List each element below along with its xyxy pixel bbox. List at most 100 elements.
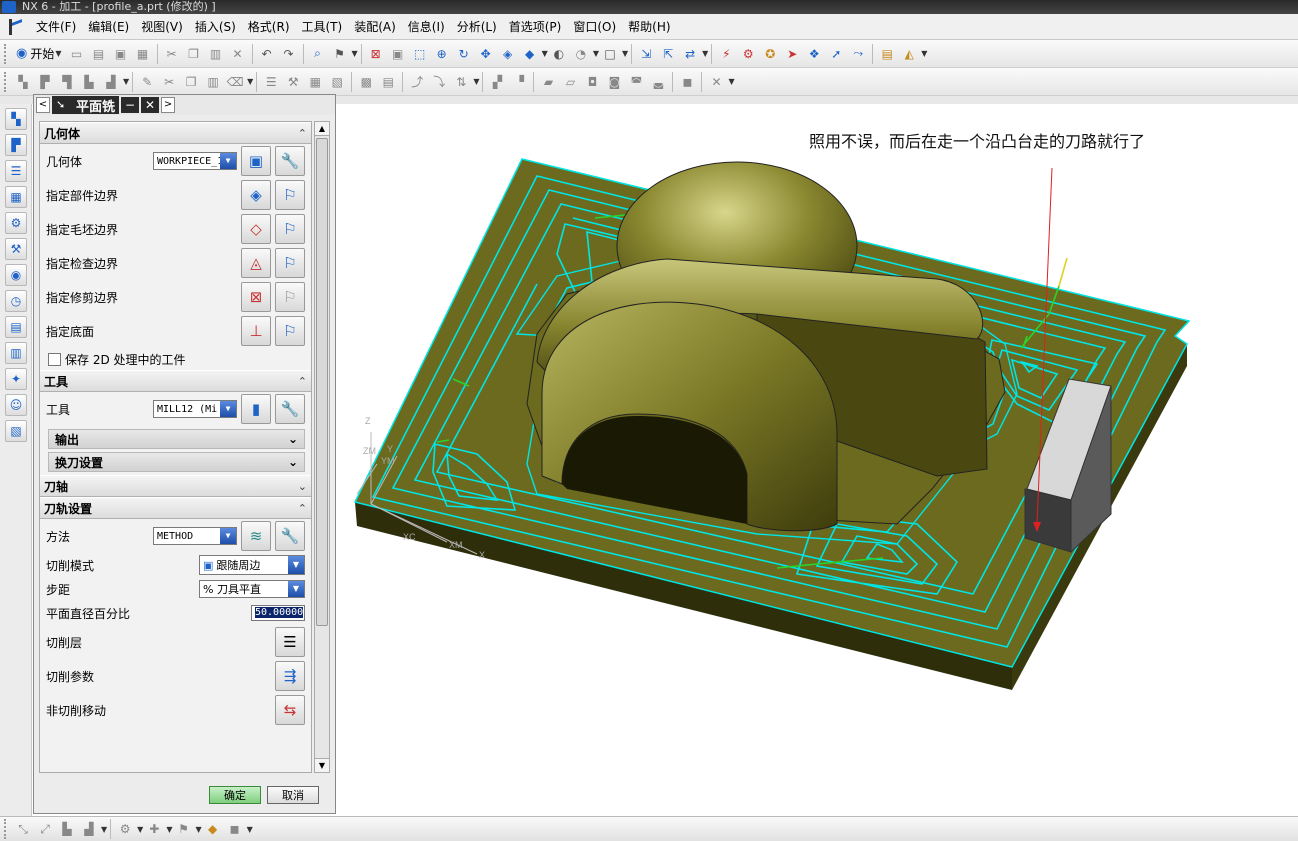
list-icon[interactable]: ▤	[378, 72, 398, 92]
menu-view[interactable]: 视图(V)	[135, 17, 189, 37]
web-browser-icon[interactable]: ◉	[5, 264, 27, 286]
menu-preferences[interactable]: 首选项(P)	[503, 17, 568, 37]
program-view-icon[interactable]: ☰	[261, 72, 281, 92]
chevron-down-icon[interactable]: ▼	[542, 49, 548, 58]
shop-doc-icon[interactable]: ➚	[826, 44, 846, 64]
chevron-down-icon[interactable]: ▼	[123, 77, 129, 86]
cut-params-button[interactable]: ⇶	[275, 661, 305, 691]
menu-analysis[interactable]: 分析(L)	[451, 17, 503, 37]
select-blank-boundary-button[interactable]: ◇	[241, 214, 271, 244]
chevron-down-icon[interactable]: ▼	[195, 825, 201, 834]
measure-icon[interactable]: ▤	[877, 44, 897, 64]
cancel-button[interactable]: 取消	[267, 786, 319, 804]
display-check-boundary-button[interactable]: ⚐	[275, 248, 305, 278]
non-cut-moves-button[interactable]: ⇆	[275, 695, 305, 725]
menu-file[interactable]: 文件(F)	[30, 17, 82, 37]
chevron-down-icon[interactable]: ▼	[728, 77, 734, 86]
cam-tool-2-icon[interactable]: ▱	[560, 72, 580, 92]
menu-format[interactable]: 格式(R)	[242, 17, 296, 37]
method-select[interactable]: METHOD ▼	[153, 527, 237, 545]
copy-object-icon[interactable]: ❐	[181, 72, 201, 92]
chevron-down-icon[interactable]: ▼	[622, 49, 628, 58]
create-operation-icon[interactable]: ▟	[101, 72, 121, 92]
method-view-icon[interactable]: ▧	[327, 72, 347, 92]
render-style-icon[interactable]: ◆	[520, 44, 540, 64]
dialog-scrollbar[interactable]: ▲ ▼	[314, 121, 330, 773]
display-trim-boundary-button[interactable]: ⚐	[275, 282, 305, 312]
paste-icon[interactable]: ▥	[206, 44, 226, 64]
user-icon[interactable]: ☺	[5, 394, 27, 416]
display-part-boundary-button[interactable]: ⚐	[275, 180, 305, 210]
percent-input[interactable]: 50.00000	[251, 605, 305, 621]
edit-tool-button[interactable]: 🔧	[275, 394, 305, 424]
zoom-in-out-icon[interactable]: ⊕	[432, 44, 452, 64]
replay-path-icon[interactable]: ⚙	[738, 44, 758, 64]
path-filter-icon[interactable]: ⇅	[451, 72, 471, 92]
edit-object-icon[interactable]: ✎	[137, 72, 157, 92]
chevron-down-icon[interactable]: ▼	[247, 77, 253, 86]
toolbar-grip[interactable]	[4, 819, 8, 839]
chevron-down-icon[interactable]: ▼	[921, 49, 927, 58]
create-program-icon[interactable]: ▚	[13, 72, 33, 92]
zoom-icon[interactable]: ⬚	[410, 44, 430, 64]
new-tool-button[interactable]: ▮	[241, 394, 271, 424]
tool-section-header[interactable]: 工具 ⌃	[40, 370, 311, 392]
chevron-down-icon[interactable]: ▼	[166, 825, 172, 834]
tool-library-icon[interactable]: ⚒	[5, 238, 27, 260]
geometry-section-header[interactable]: 几何体 ⌃	[40, 122, 311, 144]
select-part-boundary-button[interactable]: ◈	[241, 180, 271, 210]
print-icon[interactable]: ▦	[133, 44, 153, 64]
selection-filter-icon[interactable]: ⚑	[330, 44, 350, 64]
select-trim-boundary-button[interactable]: ⊠	[241, 282, 271, 312]
command-finder-icon[interactable]: ⌕	[308, 44, 328, 64]
delete-icon[interactable]: ✕	[228, 44, 248, 64]
menu-edit[interactable]: 编辑(E)	[82, 17, 135, 37]
tool-axis-section-header[interactable]: 刀轴 ⌄	[40, 475, 311, 497]
toolbar-grip[interactable]	[4, 43, 8, 64]
system-materials-icon[interactable]: ▤	[5, 316, 27, 338]
chevron-down-icon[interactable]: ▼	[473, 77, 479, 86]
cam-tool-5-icon[interactable]: ◚	[626, 72, 646, 92]
scroll-up-icon[interactable]: ▲	[315, 122, 329, 136]
history-icon[interactable]: ◷	[5, 290, 27, 312]
cut-pattern-select[interactable]: ▣ 跟随周边 ▼	[199, 555, 305, 575]
output-clsf-icon[interactable]: ⤳	[848, 44, 868, 64]
new-geometry-button[interactable]: ▣	[241, 146, 271, 176]
background-icon[interactable]: ◔	[571, 44, 591, 64]
edit-geometry-button[interactable]: 🔧	[275, 146, 305, 176]
edit-method-button[interactable]: 🔧	[275, 521, 305, 551]
orient-view-icon[interactable]: ◈	[498, 44, 518, 64]
create-tool-icon[interactable]: ▛	[35, 72, 55, 92]
geometry-view-icon[interactable]: ▦	[305, 72, 325, 92]
toolbar-grip[interactable]	[4, 71, 8, 92]
snap-4-icon[interactable]: ▟	[79, 819, 99, 839]
chevron-down-icon[interactable]: ▼	[702, 49, 708, 58]
zoom-box-icon[interactable]: ▣	[388, 44, 408, 64]
color-box-icon[interactable]: □	[600, 44, 620, 64]
create-method-icon[interactable]: ▙	[79, 72, 99, 92]
redo-icon[interactable]: ↷	[279, 44, 299, 64]
filter-icon[interactable]: ⚑	[173, 819, 193, 839]
create-geometry-icon[interactable]: ▜	[57, 72, 77, 92]
display-blank-boundary-button[interactable]: ⚐	[275, 214, 305, 244]
postprocess-icon[interactable]: ❖	[804, 44, 824, 64]
graphics-window[interactable]: Z ZM YM Y XC XM X 照用不误，而后在走一个沿凸台走的刀路就行了	[337, 104, 1298, 816]
cut-levels-button[interactable]: ☰	[275, 627, 305, 657]
dialog-minimize-button[interactable]: −	[121, 97, 140, 113]
roles-icon[interactable]: ✦	[5, 368, 27, 390]
path-settings-section-header[interactable]: 刀轨设置 ⌃	[40, 497, 311, 519]
layout-icon[interactable]: ▩	[356, 72, 376, 92]
reuse-library-icon[interactable]: ▦	[5, 186, 27, 208]
save-icon[interactable]: ▣	[111, 44, 131, 64]
scroll-down-icon[interactable]: ▼	[315, 758, 329, 772]
feature-icon[interactable]: ▝	[509, 72, 529, 92]
cam-tool-3-icon[interactable]: ◘	[582, 72, 602, 92]
dialog-title-bar[interactable]: ➘ 平面铣	[52, 96, 120, 115]
wcs-orient-icon[interactable]: ⇱	[658, 44, 678, 64]
cut-icon[interactable]: ✂	[162, 44, 182, 64]
path-display-icon[interactable]: ⤴	[407, 72, 427, 92]
open-icon[interactable]: ▤	[89, 44, 109, 64]
dialog-next-button[interactable]: >	[161, 97, 176, 113]
machine-view-icon[interactable]: ⚒	[283, 72, 303, 92]
new-method-button[interactable]: ≋	[241, 521, 271, 551]
